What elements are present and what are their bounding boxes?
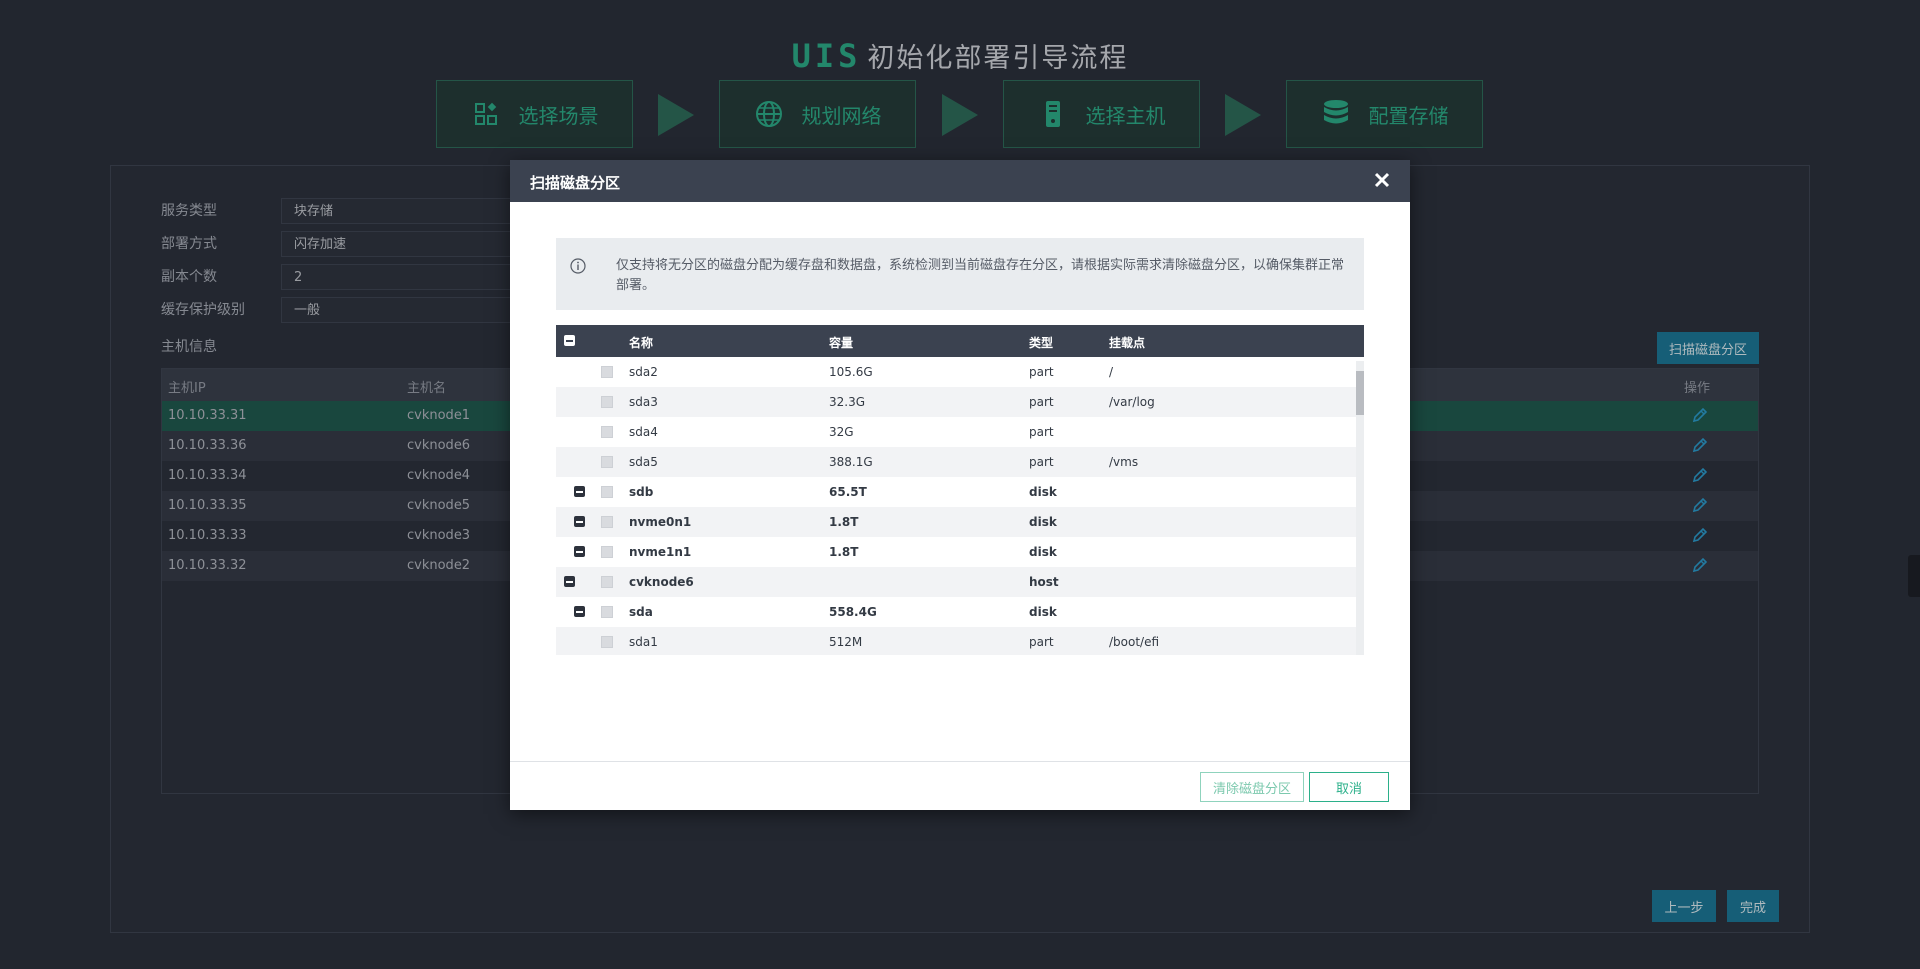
- cancel-button[interactable]: 取消: [1309, 772, 1389, 802]
- table-row[interactable]: cvknode6 host: [556, 567, 1364, 597]
- partition-notice: 仅支持将无分区的磁盘分配为缓存盘和数据盘，系统检测到当前磁盘存在分区，请根据实际…: [556, 238, 1364, 310]
- row-checkbox[interactable]: [601, 606, 613, 618]
- collapse-icon[interactable]: [574, 606, 585, 617]
- collapse-icon[interactable]: [574, 546, 585, 557]
- disk-capacity: 558.4G: [829, 605, 877, 619]
- col-type: 类型: [1029, 336, 1054, 350]
- scrollbar-thumb[interactable]: [1356, 371, 1364, 415]
- partition-capacity: 512M: [829, 635, 863, 649]
- disk-type: disk: [1029, 545, 1057, 559]
- table-row[interactable]: sda2 105.6G part /: [556, 357, 1364, 387]
- partition-table: 名称 容量 类型 挂载点 sda2 105.6G part / sda3 32.…: [556, 325, 1364, 655]
- partition-name: sda5: [629, 455, 658, 469]
- scan-partitions-dialog: 扫描磁盘分区 仅支持将无分区的磁盘分配为缓存盘和数据盘，系统检测到当前磁盘存在分…: [510, 160, 1410, 810]
- table-row[interactable]: sda4 32G part: [556, 417, 1364, 447]
- partition-name: sda4: [629, 425, 658, 439]
- disk-name: sdb: [629, 485, 654, 499]
- partition-capacity: 32G: [829, 425, 854, 439]
- dialog-title: 扫描磁盘分区: [530, 174, 621, 192]
- row-checkbox[interactable]: [601, 396, 613, 408]
- disk-capacity: 65.5T: [829, 485, 867, 499]
- info-icon: [570, 258, 586, 274]
- table-row[interactable]: sda3 32.3G part /var/log: [556, 387, 1364, 417]
- partition-capacity: 32.3G: [829, 395, 866, 409]
- partition-type: part: [1029, 635, 1054, 649]
- disk-capacity: 1.8T: [829, 545, 859, 559]
- disk-capacity: 1.8T: [829, 515, 859, 529]
- row-checkbox[interactable]: [601, 576, 613, 588]
- partition-table-header: 名称 容量 类型 挂载点: [556, 325, 1364, 357]
- collapse-icon[interactable]: [574, 486, 585, 497]
- table-row[interactable]: sdb 65.5T disk: [556, 477, 1364, 507]
- table-row[interactable]: nvme0n1 1.8T disk: [556, 507, 1364, 537]
- partition-capacity: 105.6G: [829, 365, 873, 379]
- host-name: cvknode6: [629, 575, 694, 589]
- disk-name: nvme1n1: [629, 545, 692, 559]
- col-name: 名称: [629, 336, 654, 350]
- row-checkbox[interactable]: [601, 426, 613, 438]
- disk-type: disk: [1029, 485, 1057, 499]
- table-row[interactable]: nvme1n1 1.8T disk: [556, 537, 1364, 567]
- partition-type: part: [1029, 455, 1054, 469]
- disk-type: disk: [1029, 605, 1057, 619]
- partition-mount: /vms: [1109, 455, 1139, 469]
- partition-capacity: 388.1G: [829, 455, 873, 469]
- partition-mount: /var/log: [1109, 395, 1155, 409]
- host-type: host: [1029, 575, 1059, 589]
- dialog-footer-divider: [510, 761, 1410, 762]
- collapse-all-icon[interactable]: [564, 335, 575, 346]
- dialog-header: 扫描磁盘分区: [510, 160, 1410, 202]
- partition-type: part: [1029, 365, 1054, 379]
- table-row[interactable]: sda5 388.1G part /vms: [556, 447, 1364, 477]
- disk-name: nvme0n1: [629, 515, 692, 529]
- col-capacity: 容量: [829, 336, 854, 350]
- col-mount: 挂载点: [1109, 336, 1146, 350]
- table-row[interactable]: sda 558.4G disk: [556, 597, 1364, 627]
- collapse-icon[interactable]: [564, 576, 575, 587]
- row-checkbox[interactable]: [601, 486, 613, 498]
- close-icon[interactable]: [1372, 170, 1392, 190]
- disk-type: disk: [1029, 515, 1057, 529]
- row-checkbox[interactable]: [601, 366, 613, 378]
- row-checkbox[interactable]: [601, 456, 613, 468]
- partition-name: sda1: [629, 635, 658, 649]
- partition-type: part: [1029, 395, 1054, 409]
- notice-text: 仅支持将无分区的磁盘分配为缓存盘和数据盘，系统检测到当前磁盘存在分区，请根据实际…: [616, 258, 1345, 293]
- partition-type: part: [1029, 425, 1054, 439]
- partition-mount: /: [1109, 365, 1114, 379]
- clear-partitions-button[interactable]: 清除磁盘分区: [1200, 772, 1304, 802]
- collapse-icon[interactable]: [574, 516, 585, 527]
- partition-mount: /boot/efi: [1109, 635, 1160, 649]
- partition-name: sda3: [629, 395, 658, 409]
- partition-name: sda2: [629, 365, 658, 379]
- disk-name: sda: [629, 605, 653, 619]
- table-row[interactable]: sda1 512M part /boot/efi: [556, 627, 1364, 655]
- row-checkbox[interactable]: [601, 636, 613, 648]
- row-checkbox[interactable]: [601, 516, 613, 528]
- row-checkbox[interactable]: [601, 546, 613, 558]
